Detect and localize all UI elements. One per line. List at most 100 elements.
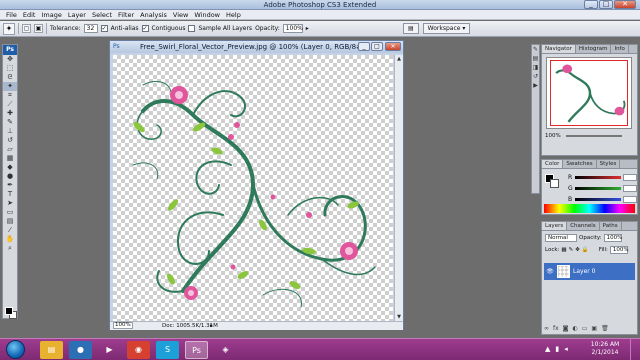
clock[interactable]: 10:26 AM 2/1/2014 <box>585 341 625 357</box>
channel-r-input[interactable] <box>623 173 637 181</box>
gradient-tool-icon[interactable]: ▦ <box>3 154 17 163</box>
opacity-dropdown-icon[interactable]: ▸ <box>306 25 309 32</box>
opacity-input[interactable]: 100% <box>282 24 303 33</box>
scroll-up-icon[interactable]: ▲ <box>395 55 403 63</box>
tab-paths[interactable]: Paths <box>600 222 622 230</box>
menu-image[interactable]: Image <box>38 11 64 19</box>
brush-tool-icon[interactable]: ✎ <box>3 118 17 127</box>
menu-file[interactable]: File <box>3 11 20 19</box>
color-background-swatch[interactable] <box>550 179 559 188</box>
magic-wand-tool-icon[interactable]: ✦ <box>3 82 17 91</box>
palette-well-icon[interactable]: ▤ <box>403 23 419 34</box>
media-icon[interactable]: ▶ <box>98 341 121 359</box>
lock-image-icon[interactable]: ✎ <box>569 247 574 253</box>
close-button[interactable]: ✕ <box>614 0 636 9</box>
clone-stamp-icon[interactable]: ⊥ <box>3 127 17 136</box>
tab-navigator[interactable]: Navigator <box>542 45 576 53</box>
layer-row[interactable]: 👁 Layer 0 <box>544 263 635 280</box>
tool-presets-icon[interactable]: ▤ <box>532 54 539 63</box>
channel-b-input[interactable] <box>623 195 637 203</box>
zoom-field[interactable]: 100% <box>113 322 133 329</box>
history-brush-icon[interactable]: ↺ <box>3 136 17 145</box>
magic-wand-icon[interactable]: ✦ <box>3 22 15 35</box>
doc-minimize-button[interactable]: _ <box>358 42 370 51</box>
blur-tool-icon[interactable]: ◆ <box>3 163 17 172</box>
image-canvas[interactable] <box>113 55 393 321</box>
navigator-thumbnail[interactable] <box>546 57 632 129</box>
lasso-tool-icon[interactable]: ᘓ <box>3 73 17 82</box>
network-icon[interactable]: ▮ <box>555 345 559 353</box>
blend-mode-select[interactable]: Normal <box>545 234 577 242</box>
pen-tool-icon[interactable]: ✒ <box>3 181 17 190</box>
adjustment-layer-icon[interactable]: ◐ <box>573 325 578 332</box>
start-button[interactable] <box>6 340 25 359</box>
menu-window[interactable]: Window <box>191 11 223 19</box>
add-selection-icon[interactable]: ▣ <box>34 24 43 33</box>
layer-opacity-input[interactable]: 100% <box>603 234 622 242</box>
foreground-color-swatch[interactable] <box>5 307 13 315</box>
notes-tool-icon[interactable]: ▤ <box>3 217 17 226</box>
menu-help[interactable]: Help <box>223 11 244 19</box>
menu-view[interactable]: View <box>170 11 191 19</box>
marquee-tool-icon[interactable]: ⬚ <box>3 64 17 73</box>
layer-name[interactable]: Layer 0 <box>573 268 595 275</box>
crop-tool-icon[interactable]: ⌗ <box>3 91 17 100</box>
document-title-bar[interactable]: Ps Free_Swirl_Floral_Vector_Preview.jpg … <box>110 41 403 53</box>
delete-layer-icon[interactable]: 🗑 <box>601 325 609 332</box>
new-selection-icon[interactable]: ▢ <box>22 24 31 33</box>
maximize-button[interactable]: □ <box>599 0 613 9</box>
tolerance-input[interactable]: 32 <box>83 24 98 33</box>
visibility-eye-icon[interactable]: 👁 <box>546 268 554 276</box>
navigator-view-box[interactable] <box>550 60 628 126</box>
eyedropper-tool-icon[interactable]: ⁄ <box>3 226 17 235</box>
tab-color[interactable]: Color <box>542 160 564 168</box>
channel-r-slider[interactable] <box>575 175 621 179</box>
layer-style-icon[interactable]: fx <box>553 325 559 332</box>
fill-input[interactable]: 100% <box>609 246 629 254</box>
shape-tool-icon[interactable]: ▭ <box>3 208 17 217</box>
tab-info[interactable]: Info <box>611 45 629 53</box>
dodge-tool-icon[interactable]: ● <box>3 172 17 181</box>
vertical-scrollbar[interactable]: ▲ ▼ <box>394 55 403 321</box>
explorer-icon[interactable]: ▤ <box>40 341 63 359</box>
firefox-icon[interactable]: ● <box>69 341 92 359</box>
tab-histogram[interactable]: Histogram <box>576 45 612 53</box>
sample-all-layers-checkbox[interactable] <box>188 25 196 32</box>
app-taskbar-icon[interactable]: ◈ <box>214 341 237 359</box>
tab-styles[interactable]: Styles <box>597 160 621 168</box>
lock-all-icon[interactable]: 🔒 <box>582 247 589 253</box>
volume-icon[interactable]: ◂ <box>564 345 568 353</box>
history-icon[interactable]: ↺ <box>532 72 539 81</box>
tray-arrow-icon[interactable]: ▲ <box>545 345 550 353</box>
hand-tool-icon[interactable]: ✋ <box>3 235 17 244</box>
contiguous-checkbox[interactable]: ✓ <box>141 25 149 32</box>
navigator-zoom-slider[interactable] <box>566 135 622 137</box>
layer-comps-icon[interactable]: ◨ <box>532 63 539 72</box>
chrome-icon[interactable]: ◉ <box>127 341 150 359</box>
lock-position-icon[interactable]: ✥ <box>575 247 580 253</box>
new-group-icon[interactable]: ▭ <box>582 325 588 332</box>
menu-analysis[interactable]: Analysis <box>137 11 170 19</box>
antialias-checkbox[interactable]: ✓ <box>100 25 108 32</box>
channel-g-slider[interactable] <box>575 186 621 190</box>
photoshop-taskbar-icon[interactable]: Ps <box>185 341 208 359</box>
zoom-tool-icon[interactable]: ⌕ <box>3 244 17 253</box>
lock-transparency-icon[interactable]: ▦ <box>561 247 566 253</box>
path-selection-icon[interactable]: ➤ <box>3 199 17 208</box>
show-desktop-button[interactable] <box>630 339 640 360</box>
tab-channels[interactable]: Channels <box>567 222 600 230</box>
color-spectrum-bar[interactable] <box>544 204 635 213</box>
channel-b-slider[interactable] <box>575 197 621 201</box>
menu-select[interactable]: Select <box>89 11 115 19</box>
minimize-button[interactable]: _ <box>584 0 598 9</box>
move-tool-icon[interactable]: ✥ <box>3 55 17 64</box>
healing-brush-icon[interactable]: ✚ <box>3 109 17 118</box>
type-tool-icon[interactable]: T <box>3 190 17 199</box>
link-layers-icon[interactable]: ∞ <box>544 325 549 332</box>
channel-g-input[interactable] <box>623 184 637 192</box>
brushes-icon[interactable]: ✎ <box>532 45 539 54</box>
scroll-down-icon[interactable]: ▼ <box>395 313 403 321</box>
actions-icon[interactable]: ▶ <box>532 81 539 90</box>
status-menu-icon[interactable]: ▸ <box>210 322 213 330</box>
menu-edit[interactable]: Edit <box>20 11 39 19</box>
